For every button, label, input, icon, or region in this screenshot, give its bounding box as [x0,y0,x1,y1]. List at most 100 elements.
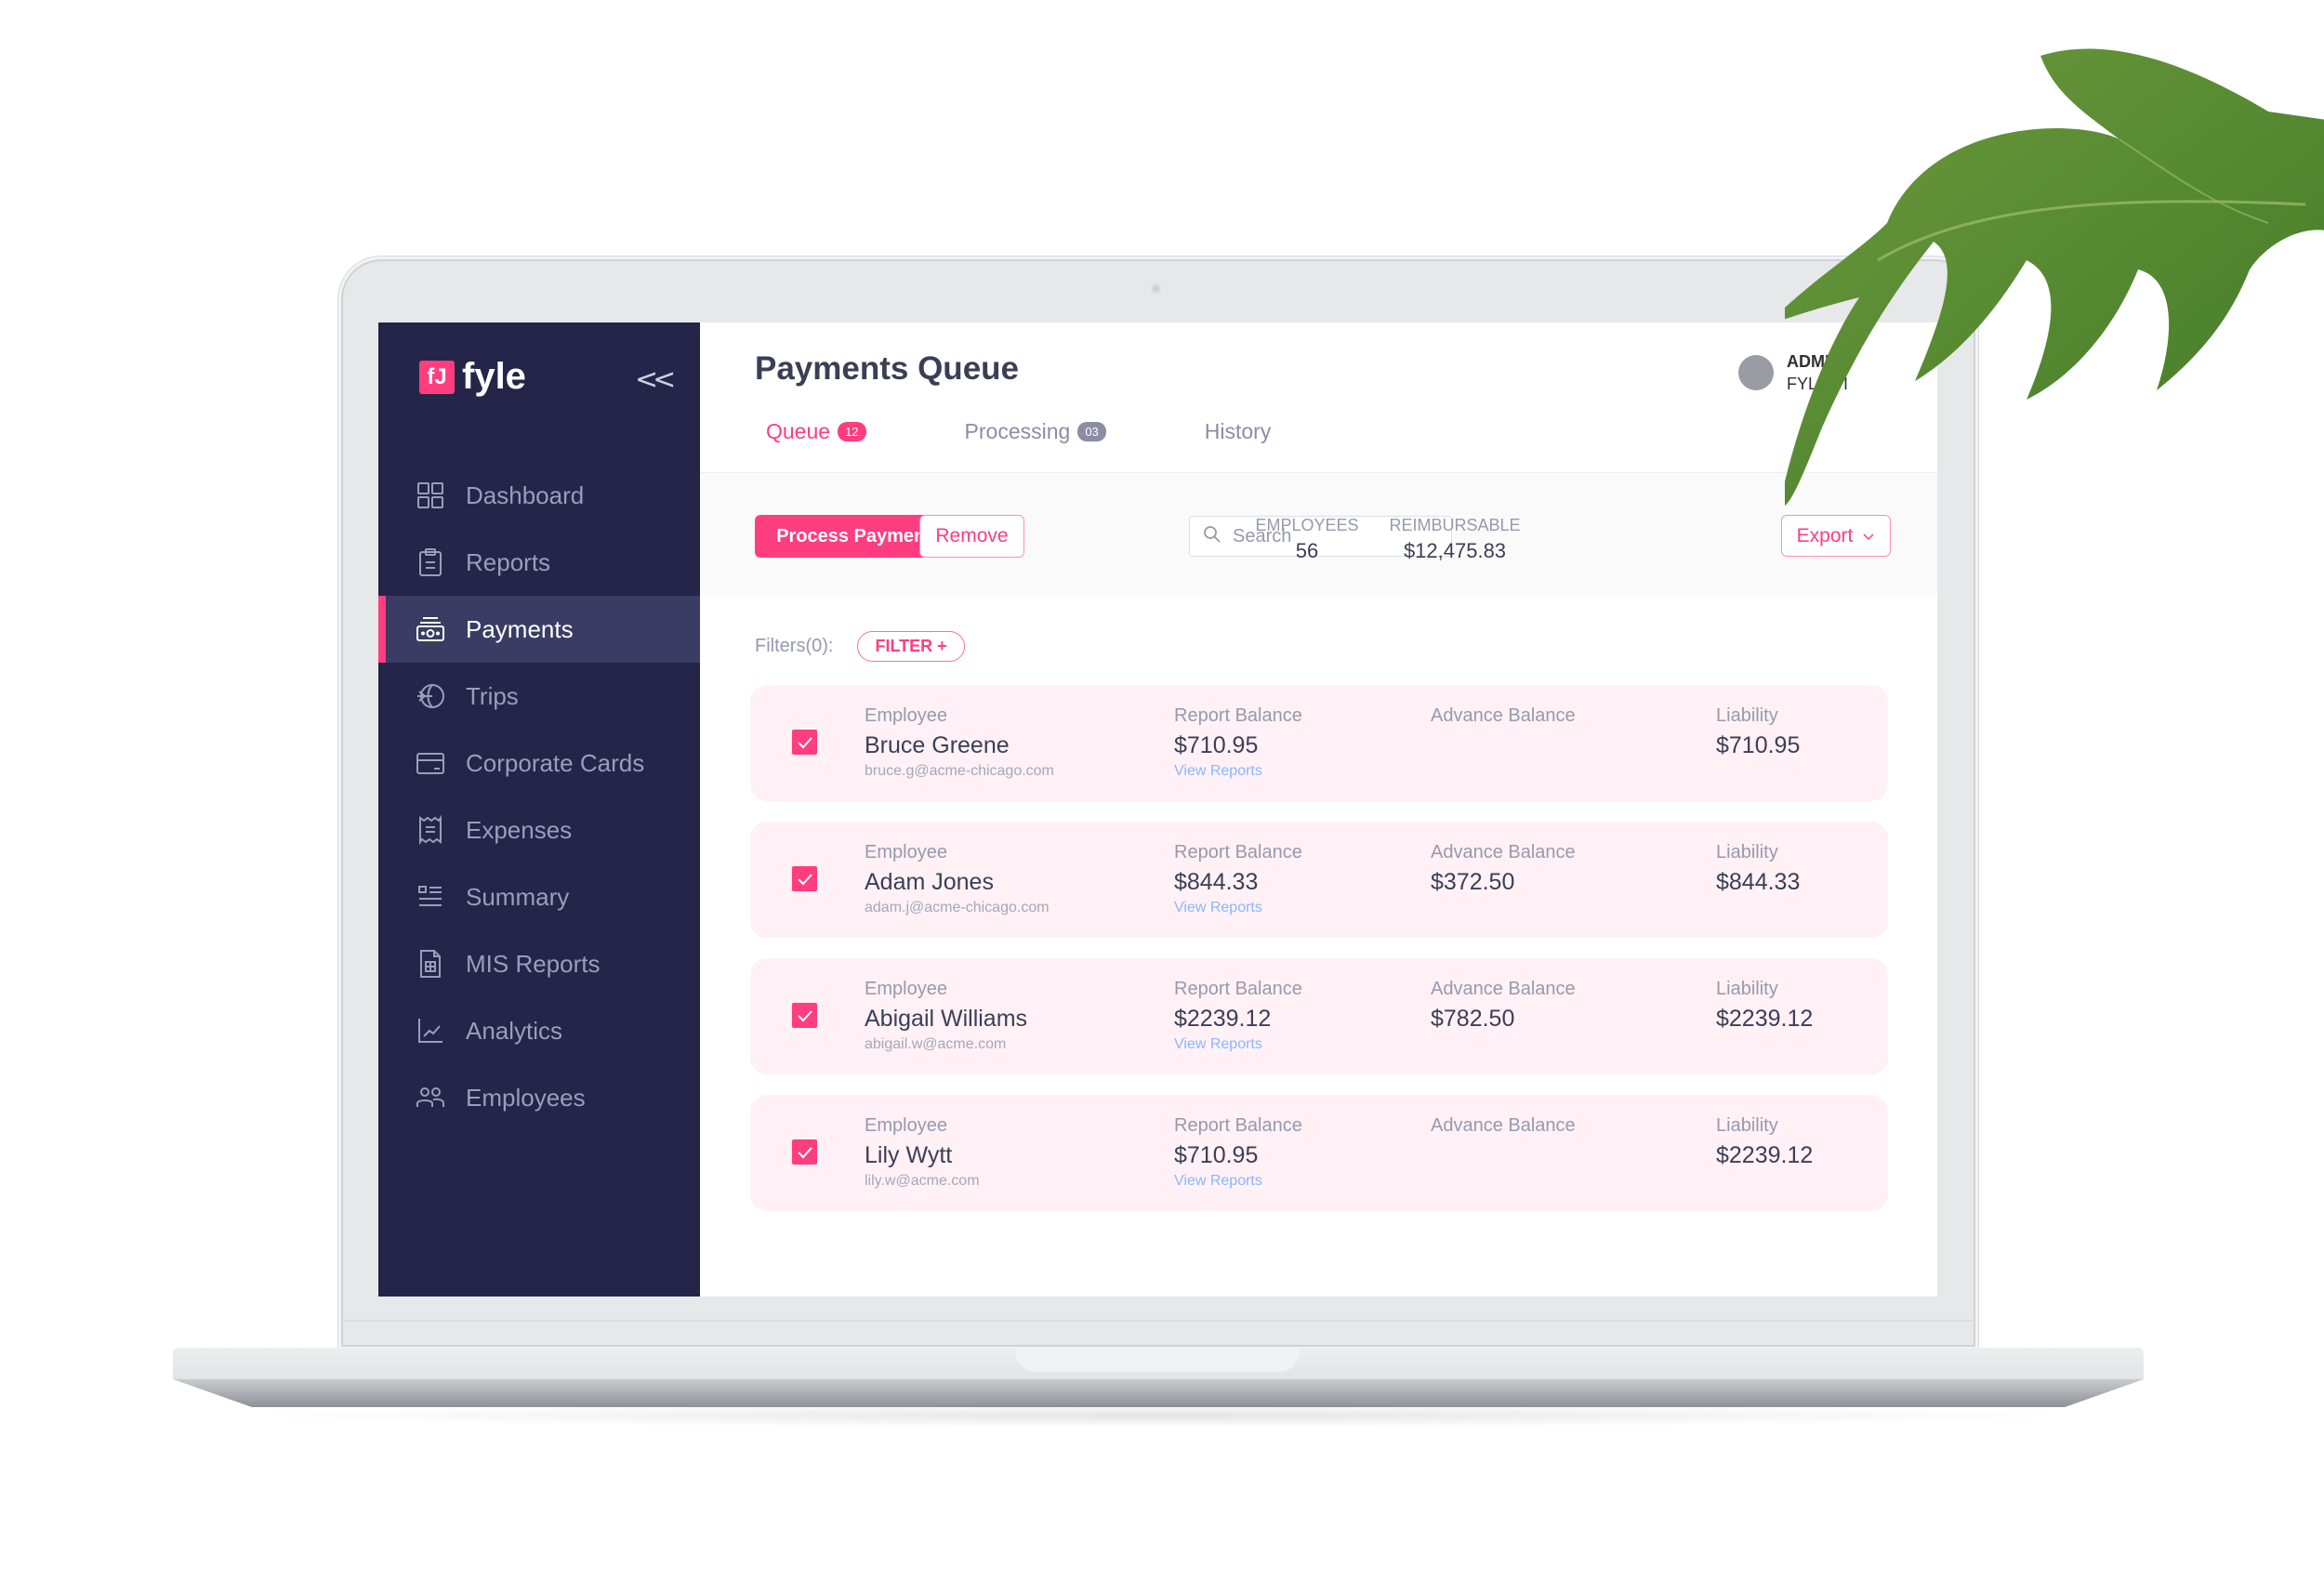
sidebar-nav: Dashboard Reports Payments Trips Corpora… [378,462,700,1131]
employee-col: Employee Lily Wytt lily.w@acme.com [865,1115,980,1190]
clipboard-icon [416,547,445,577]
payment-row[interactable]: Employee Lily Wytt lily.w@acme.com Repor… [750,1095,1888,1211]
tab-count-badge: 03 [1077,422,1106,441]
sidebar-item-payments[interactable]: Payments [378,596,700,663]
advance-balance-col: Advance Balance $782.50 [1431,979,1576,1033]
view-reports-link[interactable]: View Reports [1174,763,1302,780]
search-icon [1203,525,1221,548]
tab-label: Queue [766,419,831,443]
view-reports-link[interactable]: View Reports [1174,1036,1302,1053]
export-label: Export [1796,524,1854,546]
collapse-sidebar-icon[interactable]: << [635,363,676,396]
check-icon [797,1146,812,1158]
sidebar-item-label: Expenses [466,815,573,844]
laptop-chin-divider [342,1320,1974,1322]
report-balance-col: Report Balance $710.95 View Reports [1174,705,1302,780]
chevron-down-icon [1862,525,1875,547]
sidebar-item-label: Summary [466,882,570,911]
sidebar: fJ fyle << Dashboard Reports Payments Tr… [378,323,700,1297]
check-icon [797,1009,812,1021]
export-button[interactable]: Export [1781,515,1891,557]
sidebar-item-corporate-cards[interactable]: Corporate Cards [378,730,700,796]
sidebar-item-reports[interactable]: Reports [378,529,700,596]
payment-row[interactable]: Employee Abigail Williams abigail.w@acme… [750,958,1888,1074]
report-balance-caption: Report Balance [1174,979,1302,999]
advance-balance-col: Advance Balance [1431,705,1576,732]
employee-email: lily.w@acme.com [865,1173,980,1189]
row-checkbox[interactable] [792,1003,817,1028]
employee-email: bruce.g@acme-chicago.com [865,763,1054,779]
advance-balance-value: $782.50 [1431,1006,1515,1032]
report-balance-caption: Report Balance [1174,705,1302,726]
row-checkbox[interactable] [792,730,817,755]
receipt-icon [416,815,445,845]
line-chart-icon [416,1016,445,1046]
advance-balance-caption: Advance Balance [1431,979,1576,999]
liability-col: Liability $710.95 [1716,705,1800,759]
liability-col: Liability $844.33 [1716,842,1800,896]
view-reports-link[interactable]: View Reports [1174,900,1302,916]
camera-icon [1151,283,1161,294]
fyle-logo-icon: fJ [419,360,455,394]
tab-label: Processing [964,419,1071,443]
liability-caption: Liability [1716,842,1778,862]
brand-name: fyle [462,356,526,397]
reimbursable-stat: REIMBURSABLE $12,475.83 [1380,516,1529,563]
sidebar-item-dashboard[interactable]: Dashboard [378,462,700,529]
tab-queue[interactable]: Queue 12 [755,419,878,477]
employee-name: Lily Wytt [865,1142,953,1168]
report-balance-caption: Report Balance [1174,1115,1302,1136]
brand-logo[interactable]: fJ fyle [419,356,526,398]
toolbar: Process Payment Remove EMPLOYEES 56 REIM… [700,472,1937,595]
globe-plane-icon [416,681,445,711]
row-checkbox[interactable] [792,1139,817,1165]
laptop-shadow [242,1403,2082,1428]
view-reports-link[interactable]: View Reports [1174,1173,1302,1190]
users-icon [416,1083,445,1112]
payment-row[interactable]: Employee Bruce Greene bruce.g@acme-chica… [750,685,1888,801]
filters-bar: Filters(0): FILTER + [755,631,965,662]
liability-value: $710.95 [1716,732,1801,758]
tab-history[interactable]: History [1194,419,1283,475]
sidebar-item-summary[interactable]: Summary [378,863,700,930]
sidebar-item-expenses[interactable]: Expenses [378,796,700,863]
report-balance-col: Report Balance $710.95 View Reports [1174,1115,1302,1190]
avatar [1738,355,1774,390]
employee-caption: Employee [865,842,947,862]
add-filter-button[interactable]: FILTER + [857,631,965,662]
employee-caption: Employee [865,1115,947,1136]
advance-balance-caption: Advance Balance [1431,842,1576,862]
main-content: Payments Queue ADMIN FYLE - I Queue 12 P… [700,323,1937,1297]
sidebar-item-trips[interactable]: Trips [378,663,700,730]
credit-card-icon [416,748,445,778]
list-icon [416,882,445,912]
grid-icon [416,481,445,510]
employee-col: Employee Abigail Williams abigail.w@acme… [865,979,1027,1053]
page-title: Payments Queue [755,350,1019,387]
employee-email: adam.j@acme-chicago.com [865,900,1050,915]
app-screen: fJ fyle << Dashboard Reports Payments Tr… [378,323,1937,1297]
row-checkbox[interactable] [792,866,817,891]
sidebar-item-mis-reports[interactable]: MIS Reports [378,930,700,997]
sidebar-item-employees[interactable]: Employees [378,1064,700,1131]
liability-caption: Liability [1716,979,1778,999]
filters-count-label: Filters(0): [755,636,834,656]
tab-processing[interactable]: Processing 03 [954,419,1117,475]
sidebar-item-analytics[interactable]: Analytics [378,997,700,1064]
user-menu[interactable]: ADMIN FYLE - I [1738,350,1848,395]
money-icon [416,614,445,644]
payment-list: Employee Bruce Greene bruce.g@acme-chica… [750,685,1888,1231]
remove-button[interactable]: Remove [919,515,1024,558]
employee-caption: Employee [865,705,947,726]
employee-col: Employee Bruce Greene bruce.g@acme-chica… [865,705,1054,780]
reimbursable-value: $12,475.83 [1403,539,1507,562]
liability-col: Liability $2239.12 [1716,979,1813,1033]
sidebar-item-label: Employees [466,1083,586,1112]
report-balance-col: Report Balance $844.33 View Reports [1174,842,1302,916]
sidebar-item-label: Payments [466,614,574,643]
sidebar-item-label: Reports [466,547,551,576]
liability-col: Liability $2239.12 [1716,1115,1813,1169]
payment-row[interactable]: Employee Adam Jones adam.j@acme-chicago.… [750,822,1888,938]
user-org: FYLE - I [1787,375,1849,393]
sidebar-item-label: Dashboard [466,481,585,509]
